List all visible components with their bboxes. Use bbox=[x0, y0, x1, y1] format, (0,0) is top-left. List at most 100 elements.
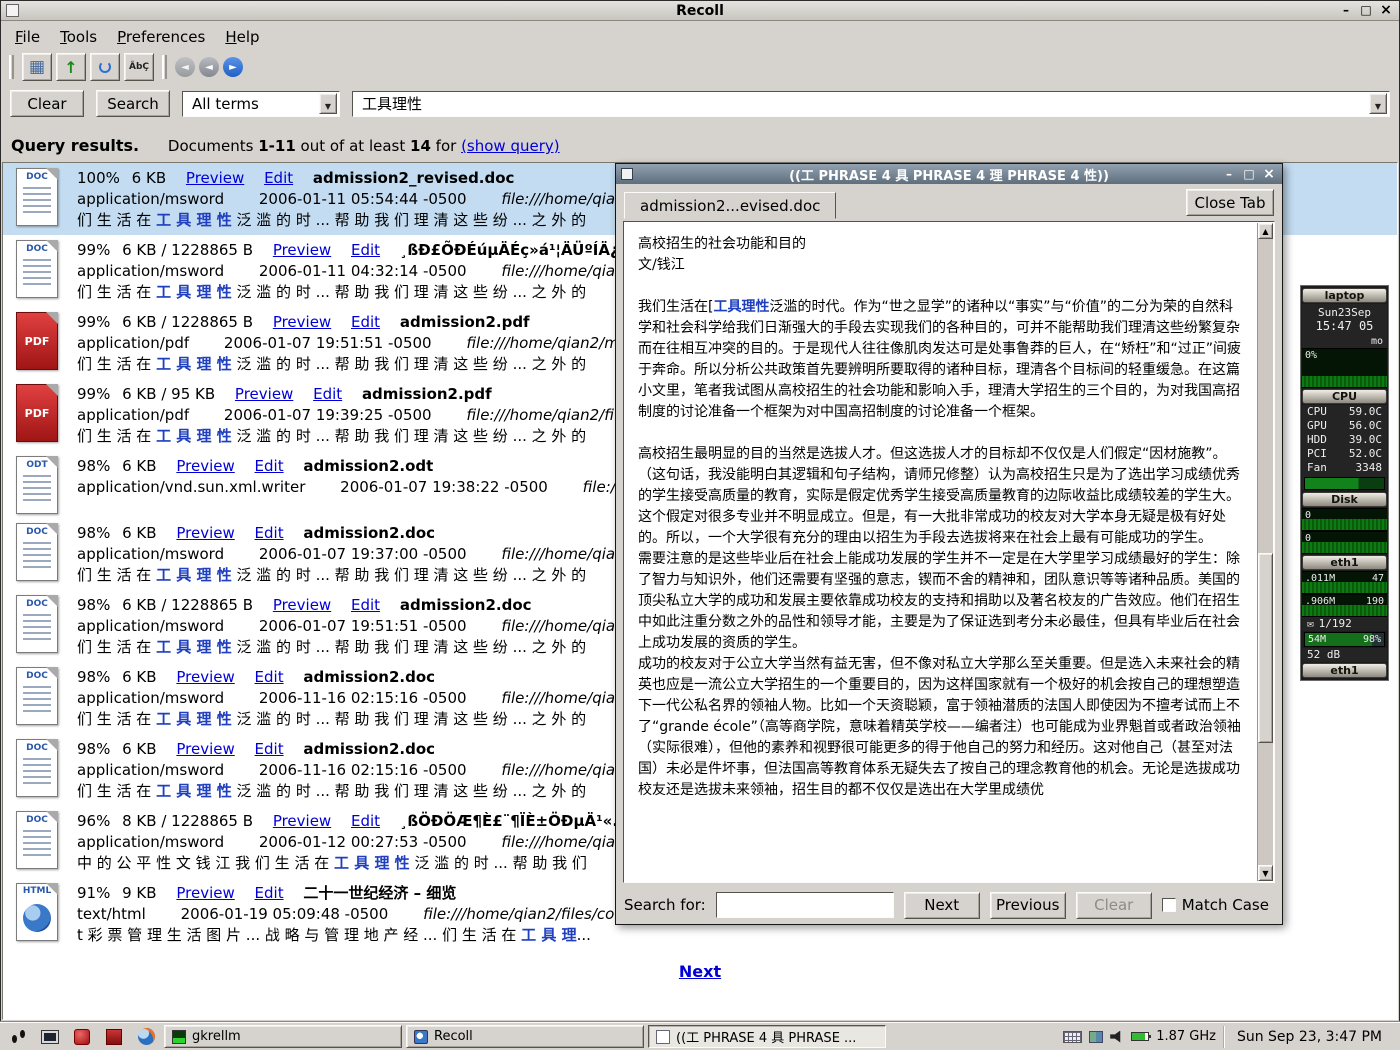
recoll-task-icon bbox=[414, 1030, 428, 1044]
page-lines-decoration bbox=[23, 614, 51, 644]
edit-link[interactable]: Edit bbox=[313, 385, 342, 403]
battery-icon[interactable] bbox=[1131, 1032, 1149, 1041]
result-title: admission2.pdf bbox=[362, 385, 492, 403]
menu-preferences[interactable]: Preferences bbox=[109, 26, 213, 48]
edit-link[interactable]: Edit bbox=[255, 884, 284, 902]
preview-link[interactable]: Preview bbox=[273, 596, 331, 614]
document-page-icon: DOC bbox=[16, 811, 58, 869]
disk-chart-label: 0 bbox=[1305, 510, 1311, 521]
app-launcher-red[interactable] bbox=[68, 1025, 96, 1049]
task-button-preview[interactable]: ((工 PHRASE 4 具 PHRASE ... bbox=[648, 1025, 886, 1048]
edit-link[interactable]: Edit bbox=[255, 524, 284, 542]
combo-arrow-button[interactable] bbox=[319, 93, 337, 114]
query-input[interactable]: 工具理性 bbox=[352, 91, 1390, 117]
menu-file[interactable]: File bbox=[7, 26, 48, 48]
preview-link[interactable]: Preview bbox=[235, 385, 293, 403]
edit-link[interactable]: Edit bbox=[255, 457, 284, 475]
snippet-text: ... bbox=[577, 926, 591, 944]
gkrellm-net-header[interactable]: eth1 bbox=[1302, 555, 1387, 570]
match-case-checkbox[interactable] bbox=[1162, 898, 1176, 912]
result-title: admission2.doc bbox=[303, 524, 435, 542]
sort-button[interactable] bbox=[56, 53, 86, 81]
preview-tab[interactable]: admission2...evised.doc bbox=[624, 192, 836, 219]
menu-help[interactable]: Help bbox=[217, 26, 267, 48]
preview-link[interactable]: Preview bbox=[273, 812, 331, 830]
snippet-highlight: 工 具 理 性 bbox=[156, 566, 232, 584]
preview-scrollbar[interactable] bbox=[1257, 223, 1273, 881]
gkrellm-disk-header[interactable]: Disk bbox=[1302, 492, 1387, 507]
terminal-launcher[interactable] bbox=[36, 1025, 64, 1049]
snippet-text: 们 生 活 在 bbox=[77, 355, 156, 373]
preview-link[interactable]: Preview bbox=[176, 524, 234, 542]
close-tab-button[interactable]: Close Tab bbox=[1186, 189, 1274, 216]
term-explorer-button[interactable]: ÂbÇ bbox=[124, 53, 154, 81]
gkrellm-hostname[interactable]: laptop bbox=[1302, 288, 1387, 303]
workspace-grid-icon[interactable] bbox=[1089, 1031, 1103, 1043]
firefox-launcher[interactable] bbox=[132, 1025, 160, 1049]
edit-link[interactable]: Edit bbox=[351, 241, 380, 259]
preview-run: 高校招生的社会功能和目的 bbox=[638, 236, 806, 252]
history-arrow-button[interactable] bbox=[1369, 93, 1387, 114]
show-query-link[interactable]: (show query) bbox=[461, 137, 560, 155]
taskbar-clock[interactable]: Sun Sep 23, 3:47 PM bbox=[1223, 1026, 1392, 1048]
next-page-link[interactable]: Next bbox=[679, 962, 721, 981]
clear-button[interactable]: Clear bbox=[10, 90, 84, 117]
preview-link[interactable]: Preview bbox=[273, 313, 331, 331]
prev-page-button[interactable] bbox=[199, 57, 219, 77]
for-word: for bbox=[436, 137, 457, 155]
footprints-launcher[interactable] bbox=[4, 1025, 32, 1049]
minimize-icon[interactable] bbox=[1338, 3, 1354, 18]
preview-minimize-icon[interactable] bbox=[1221, 167, 1237, 182]
toolbar-grip[interactable] bbox=[9, 55, 14, 79]
edit-link[interactable]: Edit bbox=[351, 812, 380, 830]
first-page-button[interactable] bbox=[175, 57, 195, 77]
history-button[interactable] bbox=[90, 53, 120, 81]
fan-row: Fan3348 bbox=[1302, 461, 1387, 475]
mail-row[interactable]: 1/192 bbox=[1302, 617, 1387, 631]
next-page-button[interactable] bbox=[223, 57, 243, 77]
preview-link[interactable]: Preview bbox=[186, 169, 244, 187]
titlebar[interactable]: Recoll bbox=[1, 1, 1399, 21]
edit-link[interactable]: Edit bbox=[351, 313, 380, 331]
results-header: Query results. Documents 1-11 out of at … bbox=[1, 126, 1399, 162]
scroll-up-icon[interactable] bbox=[1258, 223, 1273, 239]
find-previous-button[interactable]: Previous bbox=[990, 892, 1066, 919]
scroll-down-icon[interactable] bbox=[1258, 865, 1273, 881]
preview-titlebar[interactable]: ((工 PHRASE 4 具 PHRASE 4 理 PHRASE 4 性)) bbox=[616, 164, 1282, 184]
file-type-label: DOC bbox=[17, 244, 57, 254]
find-input[interactable] bbox=[716, 892, 894, 918]
close-icon[interactable] bbox=[1378, 3, 1394, 18]
preview-link[interactable]: Preview bbox=[176, 457, 234, 475]
preview-link[interactable]: Preview bbox=[273, 241, 331, 259]
find-next-button[interactable]: Next bbox=[904, 892, 980, 919]
edit-link[interactable]: Edit bbox=[255, 740, 284, 758]
preview-link[interactable]: Preview bbox=[176, 668, 234, 686]
gkrellm-cpu-header[interactable]: CPU bbox=[1302, 389, 1387, 404]
preview-link[interactable]: Preview bbox=[176, 884, 234, 902]
search-button[interactable]: Search bbox=[96, 90, 170, 117]
find-clear-button[interactable]: Clear bbox=[1076, 892, 1152, 919]
preview-close-icon[interactable] bbox=[1261, 167, 1277, 182]
result-snippet: t 彩 票 管 理 生 活 图 片 ... 战 略 与 管 理 地 产 经 ..… bbox=[77, 925, 614, 946]
toolbar-grip-2[interactable] bbox=[162, 55, 167, 79]
task-button-gkrellm[interactable]: gkrellm bbox=[164, 1025, 402, 1048]
app-launcher-red-2[interactable] bbox=[100, 1025, 128, 1049]
file-type-label: DOC bbox=[17, 527, 57, 537]
edit-link[interactable]: Edit bbox=[351, 596, 380, 614]
task-button-recoll[interactable]: Recoll bbox=[406, 1025, 644, 1048]
preview-maximize-icon[interactable] bbox=[1241, 167, 1257, 182]
result-url: file:///home/qia bbox=[501, 689, 615, 707]
results-title: Query results. bbox=[11, 136, 139, 155]
result-headline: 98% 6 KB Preview Edit admission2.odt bbox=[77, 456, 616, 477]
menu-tools[interactable]: Tools bbox=[52, 26, 105, 48]
edit-link[interactable]: Edit bbox=[264, 169, 293, 187]
speaker-icon[interactable] bbox=[1110, 1031, 1124, 1043]
preview-link[interactable]: Preview bbox=[176, 740, 234, 758]
query-config-button[interactable] bbox=[22, 53, 52, 81]
search-mode-select[interactable]: All terms bbox=[182, 91, 340, 117]
edit-link[interactable]: Edit bbox=[255, 668, 284, 686]
maximize-icon[interactable] bbox=[1358, 3, 1374, 18]
gkrellm-bottom-header[interactable]: eth1 bbox=[1302, 663, 1387, 678]
keyboard-icon[interactable] bbox=[1063, 1031, 1082, 1043]
scrollbar-thumb[interactable] bbox=[1258, 553, 1273, 743]
